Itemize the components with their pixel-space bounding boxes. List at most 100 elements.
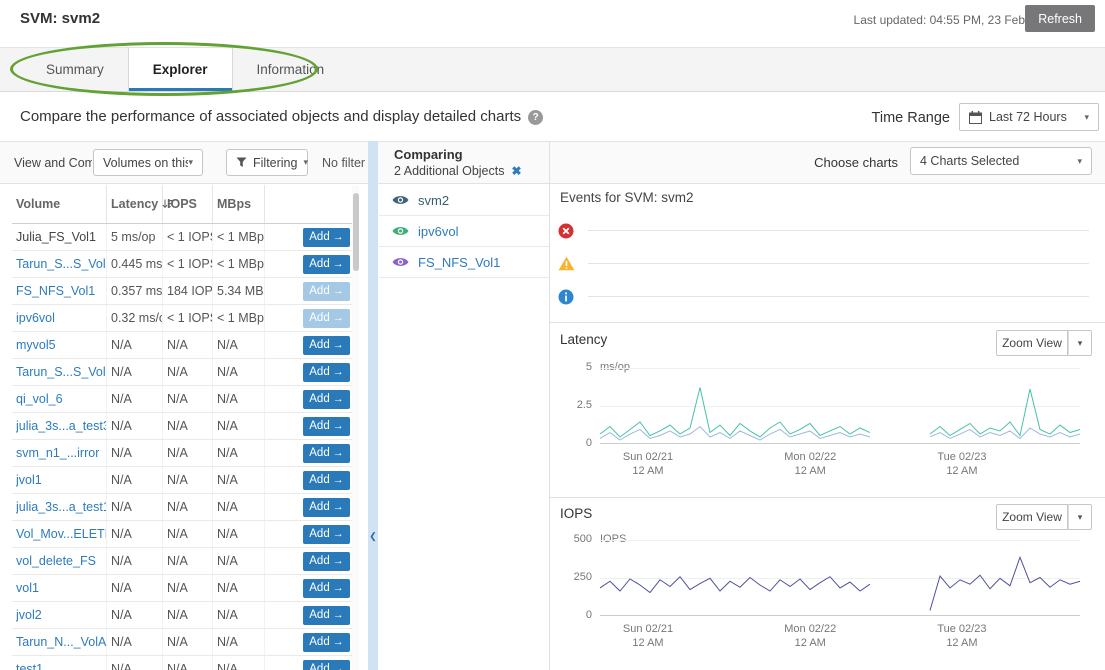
zoom-view-dropdown[interactable]: ▾ [1068, 330, 1092, 356]
add-button[interactable]: Add→ [303, 255, 350, 274]
add-button[interactable]: Add→ [303, 579, 350, 598]
volume-link[interactable]: svm_n1_...irror [16, 446, 99, 460]
latency-cell: N/A [107, 386, 163, 412]
column-header-mbps[interactable]: MBps [213, 185, 265, 223]
iops-cell: N/A [163, 521, 213, 547]
table-row: vol1N/AN/AN/AAdd→ [12, 575, 358, 602]
iops-cell: < 1 IOPS [163, 305, 213, 331]
eye-icon[interactable] [392, 194, 409, 206]
add-button[interactable]: Add→ [303, 633, 350, 652]
tab-information[interactable]: Information [233, 48, 349, 91]
arrow-right-icon: → [333, 231, 344, 243]
filtering-button[interactable]: Filtering ▾ [226, 149, 308, 176]
x-axis-tick-label: Tue 02/2312 AM [922, 450, 1002, 478]
mbps-cell: N/A [213, 413, 265, 439]
volume-link[interactable]: test1 [16, 662, 43, 670]
add-button[interactable]: Add→ [303, 309, 350, 328]
latency-cell: N/A [107, 332, 163, 358]
x-axis-tick-label: Sun 02/2112 AM [608, 450, 688, 478]
add-button[interactable]: Add→ [303, 336, 350, 355]
y-axis-tick-label: 0 [552, 437, 592, 449]
add-button[interactable]: Add→ [303, 525, 350, 544]
add-button-label: Add [309, 285, 329, 297]
arrow-right-icon: → [333, 447, 344, 459]
events-list [558, 214, 1089, 313]
add-button[interactable]: Add→ [303, 444, 350, 463]
tab-explorer[interactable]: Explorer [128, 48, 233, 91]
panel-splitter[interactable] [368, 141, 378, 670]
add-cell: Add→ [265, 521, 358, 547]
volume-view-dropdown[interactable]: Volumes on this ▾ [93, 149, 203, 176]
comparing-item: FS_NFS_Vol1 [379, 247, 549, 278]
clear-comparing-button[interactable]: ✖ [512, 164, 522, 178]
volume-link[interactable]: Vol_Mov...ELETE [16, 527, 106, 541]
chevron-down-icon: ▾ [1084, 112, 1089, 123]
comparing-item-name[interactable]: FS_NFS_Vol1 [418, 255, 500, 270]
arrow-right-icon: → [333, 258, 344, 270]
refresh-button[interactable]: Refresh [1025, 5, 1095, 32]
comparing-subtitle: 2 Additional Objects✖ [394, 164, 522, 178]
add-button[interactable]: Add→ [303, 660, 350, 670]
add-button[interactable]: Add→ [303, 471, 350, 490]
add-button[interactable]: Add→ [303, 363, 350, 382]
volume-link[interactable]: Tarun_S...S_Vol1 [16, 257, 106, 271]
eye-icon[interactable] [392, 225, 409, 237]
warning-event-icon [558, 256, 578, 271]
iops-cell: N/A [163, 494, 213, 520]
collapse-panel-icon[interactable]: ❮ [368, 531, 378, 542]
arrow-right-icon: → [333, 420, 344, 432]
add-cell: Add→ [265, 602, 358, 628]
view-and-compare-label: View and Comp [14, 156, 92, 170]
volume-link[interactable]: Tarun_S...S_Vol2 [16, 365, 106, 379]
tab-summary[interactable]: Summary [22, 48, 128, 91]
table-row: vol_delete_FSN/AN/AN/AAdd→ [12, 548, 358, 575]
add-button-label: Add [309, 231, 329, 243]
arrow-right-icon: → [333, 339, 344, 351]
column-header-volume[interactable]: Volume [12, 185, 107, 223]
latency-cell: 0.357 ms/o [107, 278, 163, 304]
volume-link[interactable]: vol_delete_FS [16, 554, 96, 568]
event-timeline [588, 230, 1089, 231]
zoom-view-dropdown[interactable]: ▾ [1068, 504, 1092, 530]
add-button[interactable]: Add→ [303, 552, 350, 571]
add-button[interactable]: Add→ [303, 606, 350, 625]
add-button[interactable]: Add→ [303, 282, 350, 301]
add-cell: Add→ [265, 629, 358, 655]
charts-selected-value: 4 Charts Selected [920, 154, 1019, 168]
volume-link[interactable]: vol1 [16, 581, 39, 595]
volume-link[interactable]: FS_NFS_Vol1 [16, 284, 95, 298]
iops-cell: N/A [163, 575, 213, 601]
volume-link[interactable]: julia_3s...a_test3 [16, 419, 106, 433]
latency-cell: 5 ms/op [107, 224, 163, 250]
add-button[interactable]: Add→ [303, 498, 350, 517]
add-button[interactable]: Add → [303, 228, 350, 247]
zoom-view-button[interactable]: Zoom View [996, 330, 1068, 356]
column-header-latency[interactable]: Latency [107, 185, 163, 223]
eye-icon[interactable] [392, 256, 409, 268]
add-cell: Add→ [265, 305, 358, 331]
table-row: jvol1N/AN/AN/AAdd→ [12, 467, 358, 494]
volume-link[interactable]: Tarun_N..._VolA [16, 635, 106, 649]
volume-link[interactable]: jvol2 [16, 608, 42, 622]
event-row-warning [558, 247, 1089, 280]
volume-link[interactable]: ipv6vol [16, 311, 55, 325]
iops-cell: < 1 IOPS [163, 251, 213, 277]
zoom-view-button[interactable]: Zoom View [996, 504, 1068, 530]
comparing-item-name[interactable]: ipv6vol [418, 224, 458, 239]
add-button[interactable]: Add→ [303, 417, 350, 436]
scrollbar-thumb[interactable] [353, 193, 359, 271]
help-icon[interactable]: ? [528, 110, 543, 125]
time-range-selector[interactable]: Last 72 Hours ▾ [959, 103, 1099, 131]
add-cell: Add→ [265, 332, 358, 358]
latency-cell: 0.445 ms/o [107, 251, 163, 277]
volume-link[interactable]: qi_vol_6 [16, 392, 63, 406]
iops-cell: N/A [163, 467, 213, 493]
add-button[interactable]: Add→ [303, 390, 350, 409]
choose-charts-dropdown[interactable]: 4 Charts Selected ▾ [910, 147, 1092, 175]
column-header-iops[interactable]: IOPS [163, 185, 213, 223]
volume-link[interactable]: myvol5 [16, 338, 56, 352]
mbps-cell: 5.34 MBps [213, 278, 265, 304]
filtering-label: Filtering [253, 156, 297, 170]
volume-link[interactable]: julia_3s...a_test1 [16, 500, 106, 514]
volume-link[interactable]: jvol1 [16, 473, 42, 487]
